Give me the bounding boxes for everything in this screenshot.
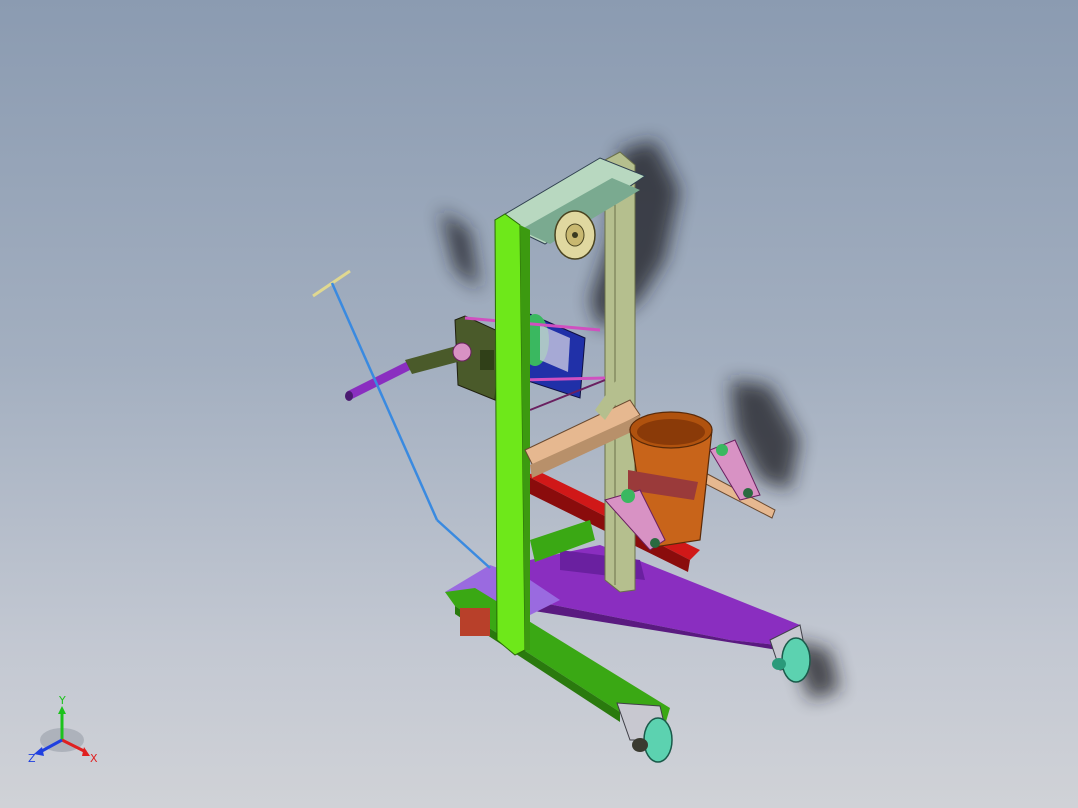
crank-handle[interactable]: [345, 342, 472, 401]
triad-z-label: Z: [28, 752, 36, 765]
graphics-viewport[interactable]: Y X Z: [0, 0, 1078, 808]
view-orientation-triad: Y X Z: [20, 690, 110, 770]
3d-model-view[interactable]: [0, 0, 1078, 808]
triad-y-label: Y: [58, 694, 66, 707]
triad-x-label: X: [90, 752, 98, 765]
pulley-wheel[interactable]: [554, 210, 596, 260]
shadow-rod: [440, 210, 480, 290]
front-mast[interactable]: [494, 213, 530, 656]
push-rod[interactable]: [312, 269, 491, 569]
